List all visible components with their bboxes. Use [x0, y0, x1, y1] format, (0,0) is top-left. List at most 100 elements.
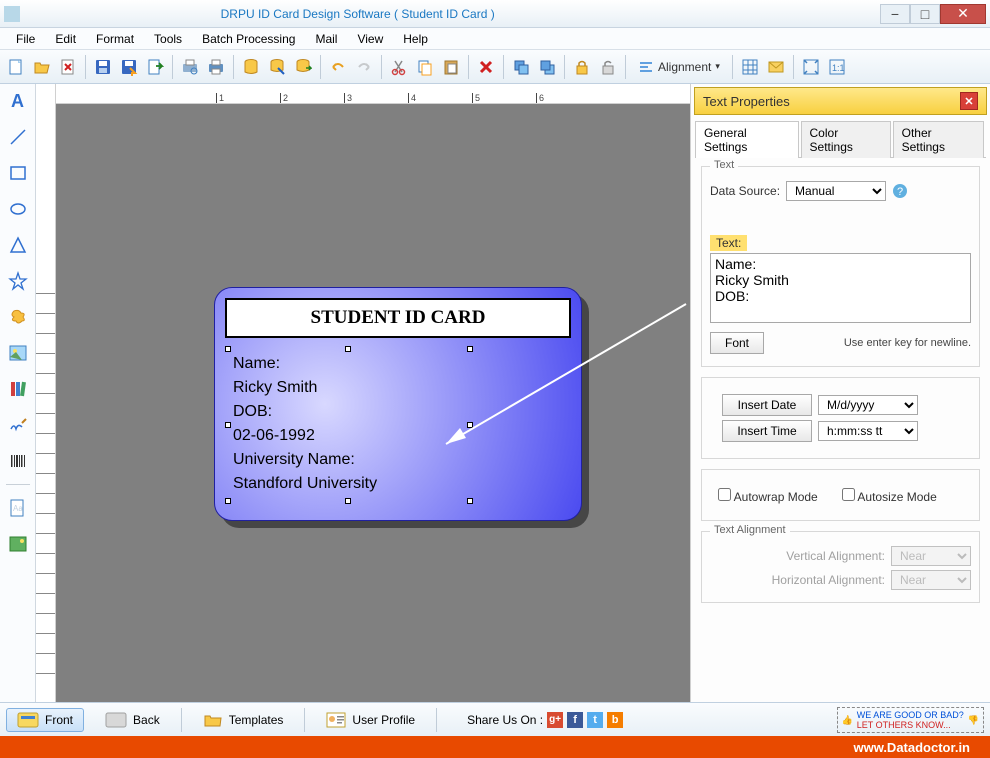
- front-side-button[interactable]: Front: [6, 708, 84, 732]
- database-edit-icon[interactable]: [265, 55, 289, 79]
- alignment-label: Alignment: [658, 60, 711, 74]
- cut-icon[interactable]: [387, 55, 411, 79]
- menu-file[interactable]: File: [6, 30, 45, 48]
- triangle-tool-icon[interactable]: [5, 232, 31, 258]
- actual-size-icon[interactable]: 1:1: [825, 55, 849, 79]
- window-title: DRPU ID Card Design Software ( Student I…: [221, 7, 495, 21]
- share-section: Share Us On : g+ f t b: [467, 712, 623, 728]
- print-preview-icon[interactable]: [178, 55, 202, 79]
- watermark-tool-icon[interactable]: Aa: [5, 495, 31, 521]
- app-icon: [4, 6, 20, 22]
- mail-icon[interactable]: [764, 55, 788, 79]
- lock-icon[interactable]: [570, 55, 594, 79]
- insert-date-button[interactable]: Insert Date: [722, 394, 812, 416]
- twitter-icon[interactable]: t: [587, 712, 603, 728]
- halign-select: Near: [891, 570, 971, 590]
- menu-edit[interactable]: Edit: [45, 30, 86, 48]
- tab-color-settings[interactable]: Color Settings: [801, 121, 891, 158]
- redo-icon[interactable]: [352, 55, 376, 79]
- barcode-tool-icon[interactable]: [5, 448, 31, 474]
- font-button[interactable]: Font: [710, 332, 764, 354]
- menu-mail[interactable]: Mail: [305, 30, 347, 48]
- unlock-icon[interactable]: [596, 55, 620, 79]
- autosize-checkbox[interactable]: Autosize Mode: [842, 488, 937, 504]
- blogger-icon[interactable]: b: [607, 712, 623, 728]
- tab-other-settings[interactable]: Other Settings: [893, 121, 984, 158]
- tab-general-settings[interactable]: General Settings: [695, 121, 799, 158]
- menu-tools[interactable]: Tools: [144, 30, 192, 48]
- card-text-block[interactable]: Name: Ricky Smith DOB: 02-06-1992 Univer…: [229, 348, 567, 510]
- datasource-select[interactable]: Manual: [786, 181, 886, 201]
- delete-icon[interactable]: [474, 55, 498, 79]
- menu-format[interactable]: Format: [86, 30, 144, 48]
- menu-batch-processing[interactable]: Batch Processing: [192, 30, 305, 48]
- save-icon[interactable]: [91, 55, 115, 79]
- googleplus-icon[interactable]: g+: [547, 712, 563, 728]
- svg-text:Aa: Aa: [13, 504, 23, 513]
- help-icon[interactable]: ?: [892, 183, 908, 199]
- open-icon[interactable]: [30, 55, 54, 79]
- ellipse-tool-icon[interactable]: [5, 196, 31, 222]
- date-format-select[interactable]: M/d/yyyy: [818, 395, 918, 415]
- new-icon[interactable]: [4, 55, 28, 79]
- undo-icon[interactable]: [326, 55, 350, 79]
- user-profile-button[interactable]: User Profile: [315, 708, 426, 732]
- vertical-ruler: [36, 84, 56, 712]
- panel-header: Text Properties ✕: [694, 87, 987, 115]
- id-card[interactable]: STUDENT ID CARD Name: Ricky Smith DOB: 0…: [214, 287, 582, 521]
- star-tool-icon[interactable]: [5, 268, 31, 294]
- design-canvas[interactable]: STUDENT ID CARD Name: Ricky Smith DOB: 0…: [56, 104, 690, 712]
- valign-label: Vertical Alignment:: [786, 549, 885, 563]
- bring-front-icon[interactable]: [509, 55, 533, 79]
- newline-hint: Use enter key for newline.: [844, 337, 971, 349]
- menu-help[interactable]: Help: [393, 30, 438, 48]
- minimize-button[interactable]: −: [880, 4, 910, 24]
- mode-group: Autowrap Mode Autosize Mode: [701, 469, 980, 521]
- canvas-area: 123456 STUDENT ID CARD Name: Ricky Smith…: [56, 84, 690, 712]
- fit-icon[interactable]: [799, 55, 823, 79]
- datasource-label: Data Source:: [710, 184, 780, 198]
- panel-close-icon[interactable]: ✕: [960, 92, 978, 110]
- database-icon[interactable]: [239, 55, 263, 79]
- text-tool-icon[interactable]: A: [5, 88, 31, 114]
- feedback-banner[interactable]: 👍 WE ARE GOOD OR BAD? LET OTHERS KNOW...…: [837, 707, 984, 733]
- alignment-dropdown[interactable]: Alignment ▾: [631, 56, 727, 78]
- library-tool-icon[interactable]: [5, 376, 31, 402]
- send-back-icon[interactable]: [535, 55, 559, 79]
- close-doc-icon[interactable]: [56, 55, 80, 79]
- text-alignment-group: Text Alignment Vertical Alignment: Near …: [701, 531, 980, 603]
- autowrap-checkbox[interactable]: Autowrap Mode: [718, 488, 818, 504]
- export-icon[interactable]: [143, 55, 167, 79]
- background-tool-icon[interactable]: [5, 531, 31, 557]
- card-title[interactable]: STUDENT ID CARD: [225, 298, 571, 338]
- database-export-icon[interactable]: [291, 55, 315, 79]
- text-group: Text Data Source: Manual ? Text: Font Us…: [701, 166, 980, 367]
- shape-tool-icon[interactable]: [5, 304, 31, 330]
- save-as-icon[interactable]: [117, 55, 141, 79]
- close-button[interactable]: ✕: [940, 4, 986, 24]
- templates-button[interactable]: Templates: [192, 708, 295, 732]
- signature-tool-icon[interactable]: [5, 412, 31, 438]
- svg-text:?: ?: [897, 186, 903, 198]
- copy-icon[interactable]: [413, 55, 437, 79]
- text-input[interactable]: [710, 253, 971, 323]
- thumbs-up-icon: 👍: [842, 715, 853, 725]
- line-tool-icon[interactable]: [5, 124, 31, 150]
- maximize-button[interactable]: □: [910, 4, 940, 24]
- paste-icon[interactable]: [439, 55, 463, 79]
- tool-palette: A Aa: [0, 84, 36, 712]
- grid-icon[interactable]: [738, 55, 762, 79]
- print-icon[interactable]: [204, 55, 228, 79]
- insert-time-button[interactable]: Insert Time: [722, 420, 812, 442]
- workspace: A Aa 123456 STUDENT ID CARD Name: Ricky …: [0, 84, 990, 712]
- time-format-select[interactable]: h:mm:ss tt: [818, 421, 918, 441]
- back-side-button[interactable]: Back: [94, 708, 171, 732]
- rectangle-tool-icon[interactable]: [5, 160, 31, 186]
- menu-view[interactable]: View: [347, 30, 393, 48]
- title-bar: DRPU ID Card Design Software ( Student I…: [0, 0, 990, 28]
- footer-url: www.Datadoctor.in: [853, 740, 970, 755]
- image-tool-icon[interactable]: [5, 340, 31, 366]
- facebook-icon[interactable]: f: [567, 712, 583, 728]
- thumbs-down-icon: 👎: [968, 715, 979, 725]
- svg-text:1:1: 1:1: [832, 63, 845, 73]
